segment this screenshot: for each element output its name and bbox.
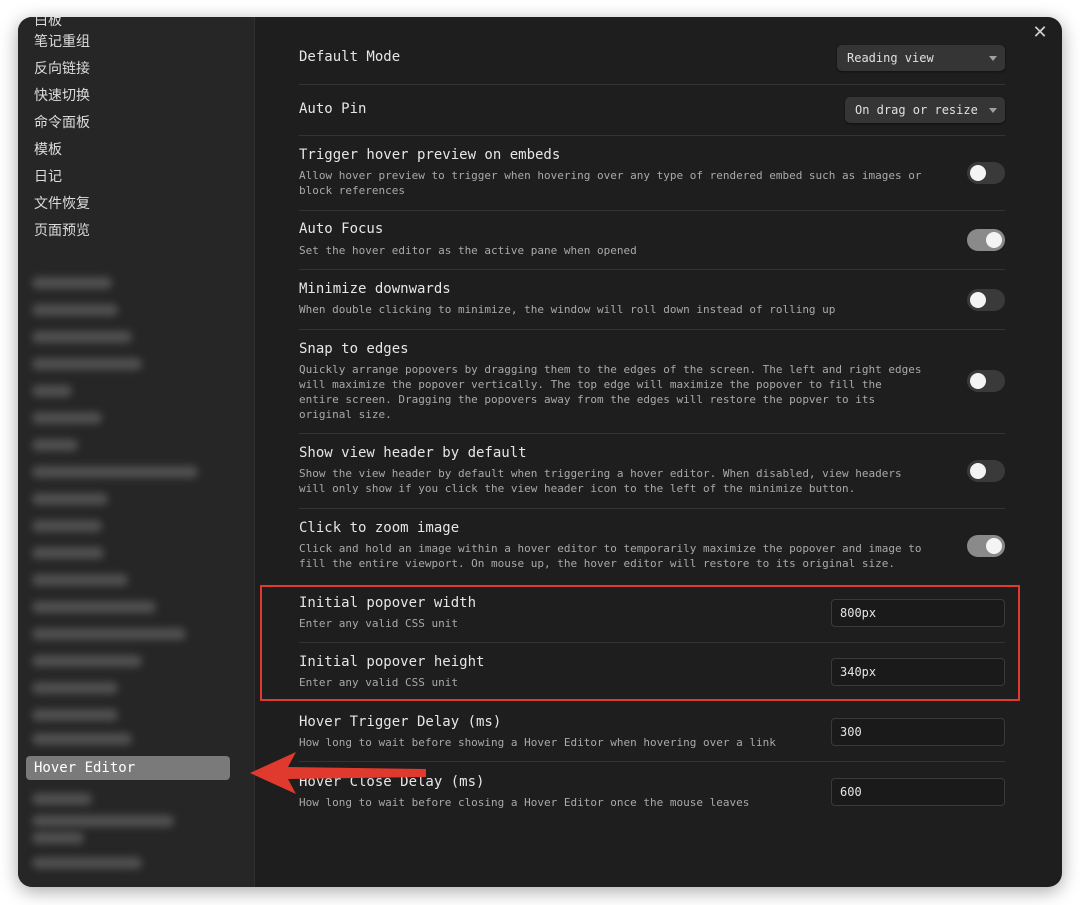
- setting-description: Allow hover preview to trigger when hove…: [299, 169, 922, 197]
- blurred-section-header: [32, 277, 112, 289]
- blurred-list-item: [32, 857, 142, 869]
- annotation-arrow-icon: [250, 752, 426, 794]
- chevron-down-icon: [989, 108, 997, 113]
- setting-title: Hover Trigger Delay (ms): [299, 714, 502, 730]
- auto-focus-toggle[interactable]: [967, 229, 1005, 251]
- setting-trigger-hover-embeds: Trigger hover preview on embeds Allow ho…: [299, 135, 1005, 211]
- chevron-down-icon: [989, 56, 997, 61]
- blurred-list-item: [32, 815, 174, 827]
- blurred-list-item: [32, 793, 92, 805]
- setting-minimize-downwards: Minimize downwards When double clicking …: [299, 269, 1005, 330]
- blurred-list-item: [32, 574, 128, 586]
- blurred-list-item: [32, 466, 198, 478]
- setting-title: Trigger hover preview on embeds: [299, 147, 561, 163]
- setting-title: Minimize downwards: [299, 281, 451, 297]
- toggle-knob: [986, 538, 1002, 554]
- setting-description: When double clicking to minimize, the wi…: [299, 303, 836, 316]
- blurred-list-item: [32, 733, 132, 745]
- popover-height-input[interactable]: [831, 658, 1005, 686]
- blurred-list-item: [32, 331, 132, 343]
- show-view-header-toggle[interactable]: [967, 460, 1005, 482]
- sidebar-item-backlinks[interactable]: 反向链接: [34, 57, 90, 81]
- setting-title: Initial popover height: [299, 654, 485, 670]
- sidebar-item-note-composer[interactable]: 笔记重组: [34, 30, 90, 54]
- trigger-hover-toggle[interactable]: [967, 162, 1005, 184]
- setting-title: Auto Focus: [299, 221, 384, 237]
- click-to-zoom-toggle[interactable]: [967, 535, 1005, 557]
- setting-title: Snap to edges: [299, 341, 409, 357]
- hover-close-delay-input[interactable]: [831, 778, 1005, 806]
- blurred-list-item: [32, 304, 118, 316]
- auto-pin-dropdown[interactable]: On drag or resize: [845, 97, 1005, 123]
- setting-click-to-zoom: Click to zoom image Click and hold an im…: [299, 508, 1005, 583]
- hover-trigger-delay-input[interactable]: [831, 718, 1005, 746]
- setting-show-view-header: Show view header by default Show the vie…: [299, 433, 1005, 509]
- sidebar-item-file-recovery[interactable]: 文件恢复: [34, 192, 90, 216]
- settings-sidebar: 白板 笔记重组 反向链接 快速切换 命令面板 模板 日记 文件恢复 页面预览 H…: [18, 17, 255, 887]
- blurred-list-item: [32, 520, 102, 532]
- setting-title: Show view header by default: [299, 445, 527, 461]
- blurred-list-item: [32, 547, 104, 559]
- sidebar-item-daily-notes[interactable]: 日记: [34, 165, 62, 189]
- toggle-knob: [986, 232, 1002, 248]
- blurred-list-item: [32, 655, 142, 667]
- setting-title: Auto Pin: [299, 101, 367, 117]
- setting-title: Click to zoom image: [299, 520, 460, 536]
- toggle-knob: [970, 165, 986, 181]
- snap-to-edges-toggle[interactable]: [967, 370, 1005, 392]
- sidebar-item-page-preview[interactable]: 页面预览: [34, 219, 90, 243]
- setting-title: Initial popover width: [299, 595, 477, 611]
- default-mode-dropdown[interactable]: Reading view: [837, 45, 1005, 71]
- blurred-list-item: [32, 682, 118, 694]
- blurred-list-item: [32, 628, 186, 640]
- setting-description: Quickly arrange popovers by dragging the…: [299, 363, 922, 421]
- toggle-knob: [970, 463, 986, 479]
- setting-title: Default Mode: [299, 49, 401, 65]
- sidebar-item-hover-editor[interactable]: Hover Editor: [26, 756, 230, 780]
- sidebar-item-templates[interactable]: 模板: [34, 138, 62, 162]
- dropdown-value: Reading view: [847, 51, 934, 65]
- setting-description: Click and hold an image within a hover e…: [299, 542, 922, 570]
- setting-popover-height: Initial popover height Enter any valid C…: [299, 642, 1005, 702]
- setting-description: Show the view header by default when tri…: [299, 467, 902, 495]
- blurred-list-item: [32, 601, 156, 613]
- toggle-knob: [970, 373, 986, 389]
- setting-default-mode: Default Mode Reading view: [299, 40, 1005, 85]
- toggle-knob: [970, 292, 986, 308]
- blurred-list-item: [32, 832, 84, 844]
- sidebar-item-command-palette[interactable]: 命令面板: [34, 111, 90, 135]
- blurred-list-item: [32, 709, 118, 721]
- popover-width-input[interactable]: [831, 599, 1005, 627]
- blurred-list-item: [32, 439, 78, 451]
- blurred-list-item: [32, 358, 142, 370]
- setting-auto-focus: Auto Focus Set the hover editor as the a…: [299, 210, 1005, 270]
- setting-snap-to-edges: Snap to edges Quickly arrange popovers b…: [299, 329, 1005, 434]
- blurred-list-item: [32, 385, 72, 397]
- sidebar-item-quick-switcher[interactable]: 快速切换: [34, 84, 90, 108]
- minimize-downwards-toggle[interactable]: [967, 289, 1005, 311]
- blurred-list-item: [32, 493, 108, 505]
- setting-popover-width: Initial popover width Enter any valid CS…: [299, 583, 1005, 643]
- setting-description: Set the hover editor as the active pane …: [299, 244, 637, 257]
- settings-window: 白板 笔记重组 反向链接 快速切换 命令面板 模板 日记 文件恢复 页面预览 H…: [18, 17, 1062, 887]
- dropdown-value: On drag or resize: [855, 103, 978, 117]
- setting-auto-pin: Auto Pin On drag or resize: [299, 84, 1005, 136]
- blurred-list-item: [32, 412, 102, 424]
